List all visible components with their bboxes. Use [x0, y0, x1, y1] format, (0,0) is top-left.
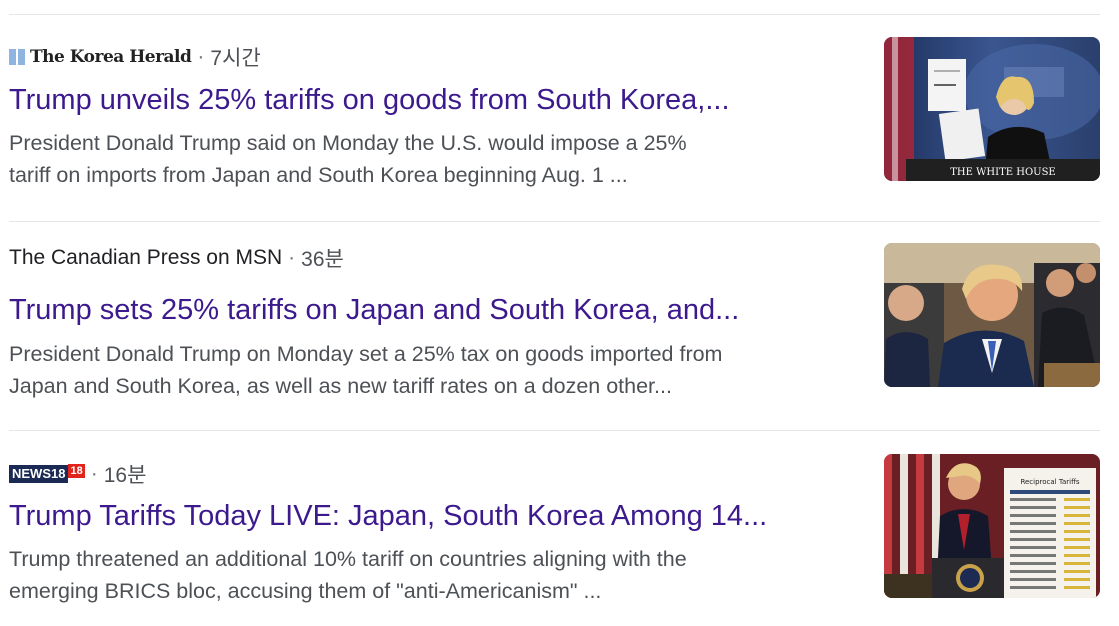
- result-snippet: President Donald Trump on Monday set a 2…: [9, 338, 854, 402]
- result-title-link[interactable]: Trump sets 25% tariffs on Japan and Sout…: [9, 292, 854, 328]
- result-thumbnail[interactable]: [884, 243, 1100, 387]
- result-snippet: Trump threatened an additional 10% tarif…: [9, 543, 854, 607]
- result-thumbnail[interactable]: THE WHITE HOUSE: [884, 37, 1100, 181]
- divider: [9, 221, 1100, 222]
- separator-dot: ·: [90, 462, 98, 485]
- news-results-page: The Korea Herald · 7시간 Trump unveils 25%…: [0, 0, 1119, 626]
- result-title-link[interactable]: Trump unveils 25% tariffs on goods from …: [9, 82, 854, 118]
- snippet-line: Trump threatened an additional 10% tarif…: [9, 547, 687, 571]
- result-thumbnail[interactable]: Reciprocal Tariffs: [884, 454, 1100, 598]
- news-result-card[interactable]: NEWS18 18 · 16분 Trump Tariffs Today LIVE…: [9, 454, 1100, 626]
- timestamp: 7시간: [210, 47, 261, 70]
- result-title-link[interactable]: Trump Tariffs Today LIVE: Japan, South K…: [9, 498, 854, 534]
- divider: [9, 14, 1100, 15]
- result-snippet: President Donald Trump said on Monday th…: [9, 127, 854, 191]
- separator-dot: ·: [288, 246, 296, 269]
- source-name: NEWS18: [9, 465, 69, 483]
- snippet-line: President Donald Trump said on Monday th…: [9, 131, 687, 155]
- news-result-card[interactable]: The Canadian Press on MSN · 36분 Trump se…: [9, 243, 1100, 433]
- trump-meeting-image: [884, 243, 1100, 387]
- news18-logo: NEWS18 18: [9, 464, 85, 484]
- divider: [9, 430, 1100, 431]
- separator-dot: ·: [197, 45, 205, 68]
- thumbnail-caption: THE WHITE HOUSE: [950, 167, 1055, 178]
- snippet-line: tariff on imports from Japan and South K…: [9, 163, 628, 187]
- trump-tariff-board-image: Reciprocal Tariffs: [884, 454, 1100, 598]
- timestamp: 16분: [103, 464, 147, 487]
- source-row: The Korea Herald · 7시간: [9, 42, 261, 72]
- snippet-line: President Donald Trump on Monday set a 2…: [9, 342, 723, 366]
- korea-herald-mark-icon: [9, 49, 26, 65]
- white-house-briefing-image: THE WHITE HOUSE: [884, 37, 1100, 181]
- news-result-card[interactable]: The Korea Herald · 7시간 Trump unveils 25%…: [9, 37, 1100, 230]
- source-row: The Canadian Press on MSN · 36분: [9, 243, 344, 273]
- timestamp: 36분: [301, 248, 344, 271]
- snippet-line: emerging BRICS bloc, accusing them of "a…: [9, 579, 602, 603]
- snippet-line: Japan and South Korea, as well as new ta…: [9, 374, 672, 398]
- thumbnail-caption: Reciprocal Tariffs: [1020, 478, 1079, 486]
- source-name: The Korea Herald: [30, 47, 192, 67]
- news18-number: 18: [68, 464, 85, 478]
- source-row: NEWS18 18 · 16분: [9, 459, 146, 489]
- korea-herald-logo: The Korea Herald: [9, 47, 192, 67]
- source-name: The Canadian Press on MSN: [9, 246, 283, 269]
